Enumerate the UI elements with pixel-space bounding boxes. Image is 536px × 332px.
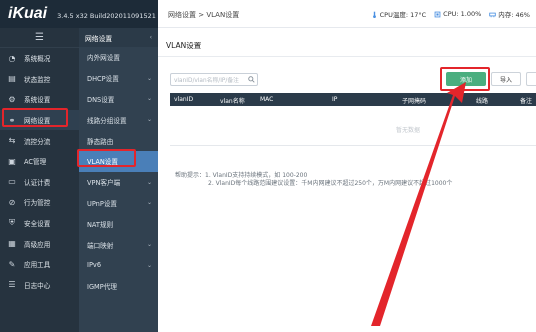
annotation-arrow	[371, 82, 466, 326]
